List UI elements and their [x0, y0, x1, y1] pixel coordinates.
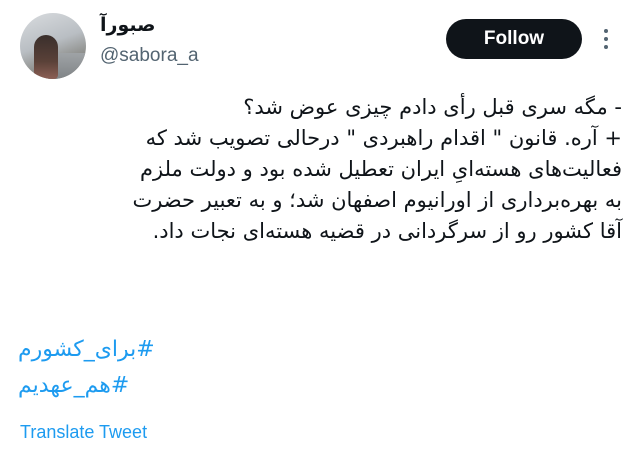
- tweet-text-line: آقا کشور رو از سرگردانی در قضیه هسته‌ای …: [152, 219, 622, 243]
- display-name[interactable]: صبورآ: [100, 14, 155, 36]
- tweet-text-line: + آره. قانون " اقدام راهبردی " درحالی تص…: [145, 126, 622, 150]
- tweet-text: - مگه سری قبل رأی دادم چیزی عوض شد؟ + آر…: [18, 92, 622, 247]
- user-handle[interactable]: @sabora_a: [100, 45, 199, 67]
- tweet-card: صبورآ @sabora_a Follow - مگه سری قبل رأی…: [0, 0, 640, 469]
- more-dot: [604, 37, 608, 41]
- translate-tweet-link[interactable]: Translate Tweet: [20, 422, 147, 443]
- follow-button[interactable]: Follow: [446, 19, 582, 59]
- hashtag-link[interactable]: #برای_کشورم: [18, 332, 318, 368]
- avatar-figure: [34, 35, 58, 79]
- more-options-icon[interactable]: [598, 24, 614, 54]
- hashtag-link[interactable]: #هم_عهدیم: [18, 368, 318, 404]
- avatar[interactable]: [20, 13, 86, 79]
- tweet-text-line: - مگه سری قبل رأی دادم چیزی عوض شد؟: [243, 95, 622, 119]
- tweet-header: صبورآ @sabora_a Follow: [0, 0, 640, 90]
- more-dot: [604, 29, 608, 33]
- more-dot: [604, 45, 608, 49]
- tweet-text-line: فعالیت‌های هسته‌ایِ ایران تعطیل شده بود …: [140, 157, 622, 181]
- hashtag-list: #برای_کشورم #هم_عهدیم: [18, 332, 318, 404]
- tweet-text-line: به بهره‌برداری از اورانیوم اصفهان شد؛ و …: [132, 188, 622, 212]
